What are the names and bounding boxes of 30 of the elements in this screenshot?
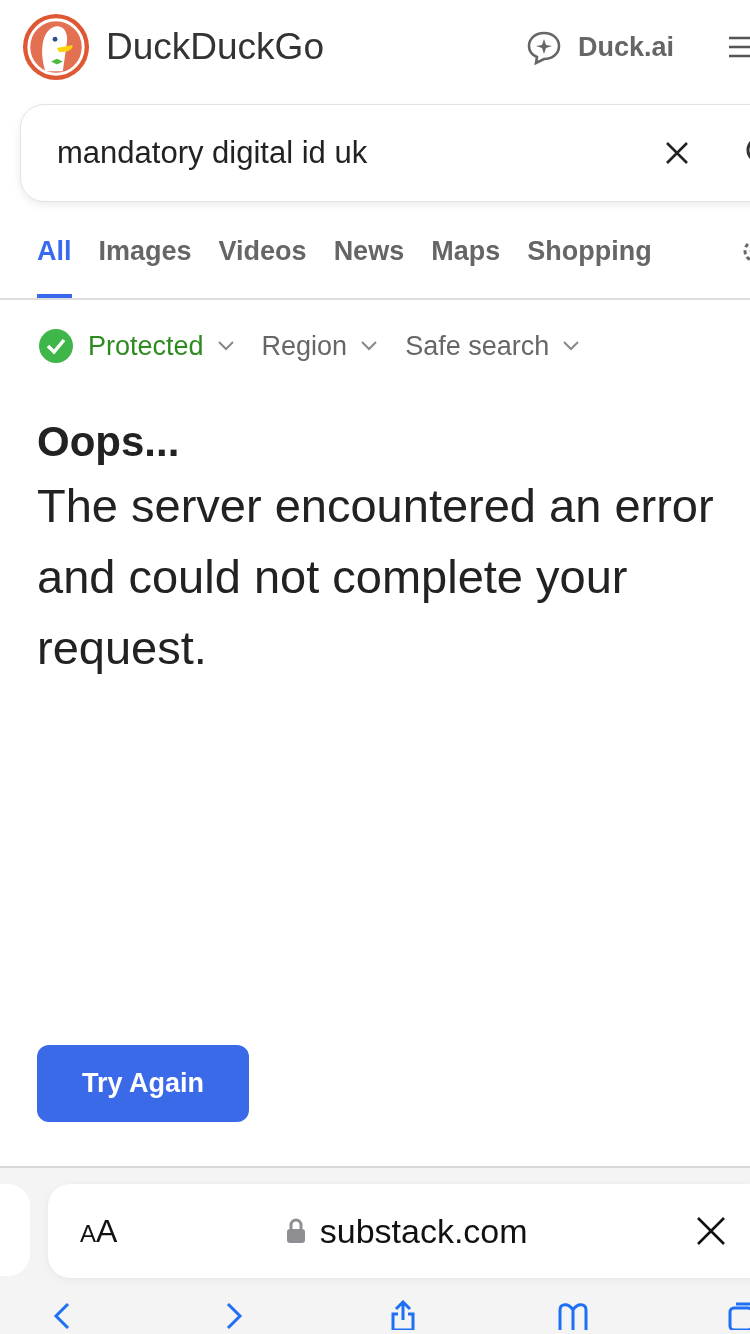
book-icon[interactable] xyxy=(558,1300,588,1330)
tabs-icon[interactable] xyxy=(728,1300,750,1330)
filter-dropdown[interactable]: Region xyxy=(261,330,378,362)
check-icon xyxy=(38,328,74,364)
clear-icon[interactable] xyxy=(665,141,689,165)
address-bar[interactable]: AA substack.com xyxy=(48,1184,750,1278)
chevron-down-icon xyxy=(361,341,378,351)
try-again-button[interactable]: Try Again xyxy=(37,1045,249,1122)
duck-ai-link[interactable]: Duck.ai xyxy=(525,29,674,65)
chevron-down-icon xyxy=(217,341,234,351)
lock-icon xyxy=(285,1218,306,1244)
filter-dropdown[interactable]: Safe search xyxy=(405,330,580,362)
filter-dropdown[interactable]: Protected xyxy=(38,328,234,364)
chevron-down-icon xyxy=(563,341,580,351)
url-text: substack.com xyxy=(319,1211,528,1251)
search-tab[interactable]: Shopping xyxy=(527,204,652,298)
error-message: The server encountered an error and could not complete your request. xyxy=(37,478,715,676)
search-field[interactable]: mandatory digital id uk xyxy=(20,104,750,202)
chat-sparkle-icon xyxy=(525,29,562,65)
search-tab[interactable]: Images xyxy=(98,204,192,298)
search-tab[interactable]: All xyxy=(37,204,72,298)
error-title: Oops... xyxy=(37,417,181,467)
brand-name: DuckDuckGo xyxy=(106,26,324,68)
close-icon[interactable] xyxy=(696,1216,726,1246)
search-tab[interactable]: Maps xyxy=(431,204,501,298)
reader-button[interactable]: AA xyxy=(80,1212,118,1250)
menu-icon[interactable] xyxy=(728,35,750,59)
search-tab[interactable]: News xyxy=(333,204,405,298)
duck-logo-icon[interactable] xyxy=(22,13,90,81)
search-tab[interactable]: Videos xyxy=(218,204,307,298)
